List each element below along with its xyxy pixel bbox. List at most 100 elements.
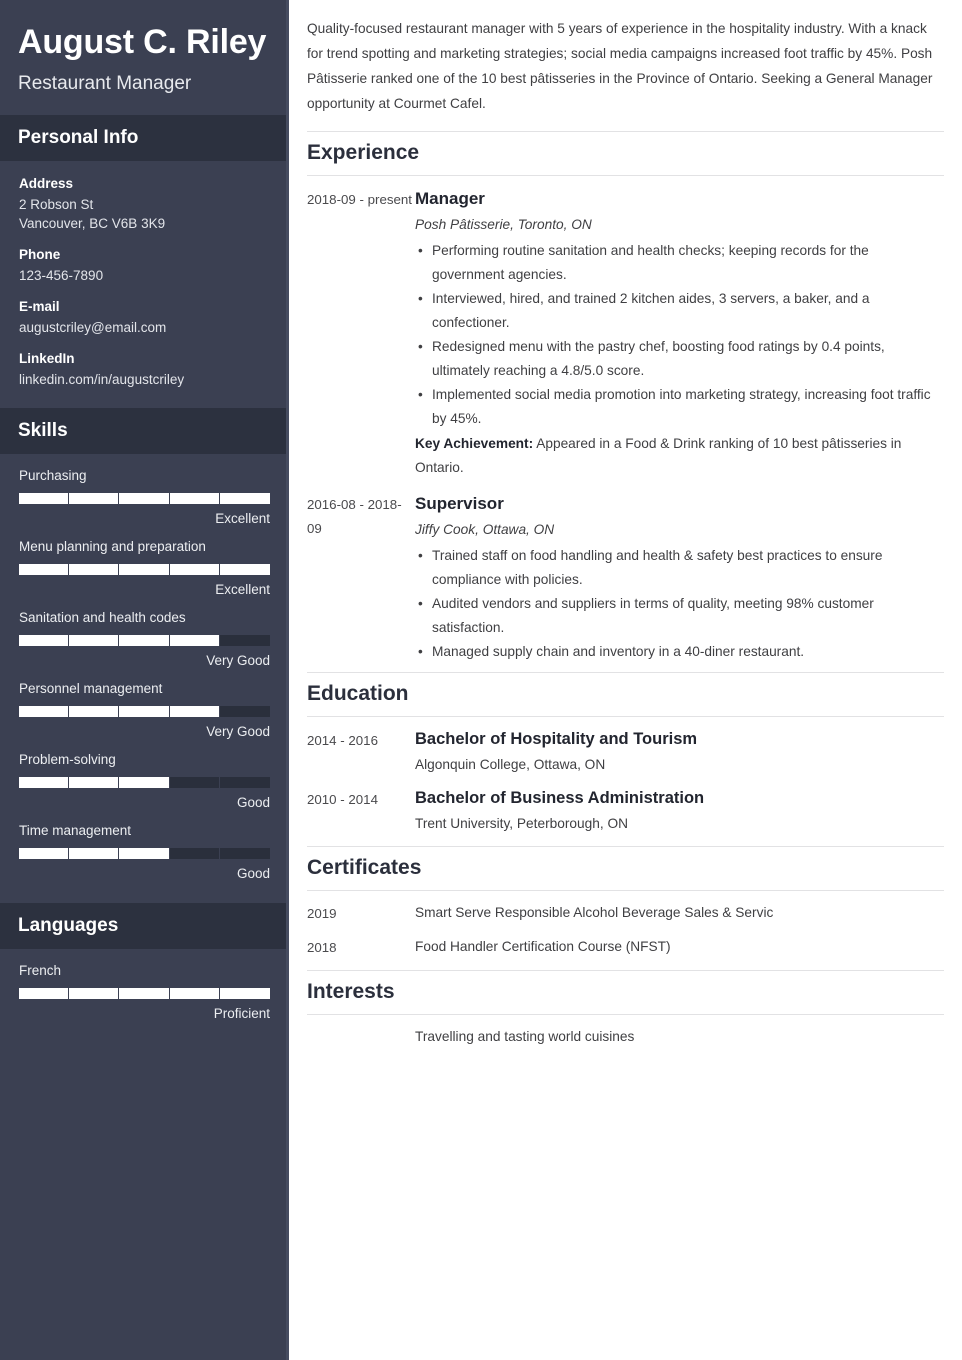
skill-bar-segment [69, 635, 120, 646]
experience-bullet: Performing routine sanitation and health… [415, 239, 944, 287]
skill-level: Excellent [215, 582, 270, 597]
languages-list: French Proficient [0, 949, 286, 1043]
experience-bullet: Audited vendors and suppliers in terms o… [415, 592, 944, 640]
skill-bar-segment [219, 706, 270, 717]
skill: Menu planning and preparation Excellent [19, 538, 270, 598]
section-title-interests: Interests [307, 970, 944, 1015]
interest-entries: Travelling and tasting world cuisines [307, 1015, 944, 1048]
certificate-entry-date: 2019 [307, 906, 337, 921]
sidebar-heading-languages: Languages [0, 903, 286, 949]
experience-entry-bullets: Trained staff on food handling and healt… [415, 544, 944, 664]
skill-bar [19, 848, 270, 859]
section-experience: Experience 2018-09 - present Manager Posh … [307, 131, 944, 664]
experience-entry-date: 2016-08 - 2018-09 [307, 497, 402, 536]
skill-bar [19, 706, 270, 717]
skill-bar-segment [169, 635, 220, 646]
language-bar-segment [119, 988, 170, 999]
skills-list: Purchasing Excellent Menu planning and pre… [0, 454, 286, 903]
skill: Purchasing Excellent [19, 467, 270, 527]
skill-bar-segment [119, 706, 170, 717]
education-entry-body: Bachelor of Business Administration Trent… [415, 787, 944, 835]
education-entry-school: Algonquin College, Ottawa, ON [415, 757, 606, 772]
personal-info-list: Address 2 Robson St Vancouver, BC V6B 3K9 P… [0, 161, 286, 408]
section-title-certificates: Certificates [307, 846, 944, 891]
education-entry-degree: Bachelor of Hospitality and Tourism [415, 730, 698, 748]
personal-info-value: Vancouver, BC V6B 3K9 [19, 216, 166, 231]
skill-bar-segment [219, 564, 270, 575]
experience-entry-org: Posh Pâtisserie, Toronto, ON [415, 217, 592, 232]
education-entry: 2014 - 2016 Bachelor of Hospitality and T… [307, 728, 944, 776]
skill-bar [19, 777, 270, 788]
section-interests: Interests Travelling and tasting world c… [307, 970, 944, 1048]
skill-level: Good [236, 866, 270, 881]
education-entry: 2010 - 2014 Bachelor of Business Administ… [307, 787, 944, 835]
sidebar: August C. Riley Restaurant Manager Perso… [0, 0, 289, 1360]
experience-bullet: Implemented social media promotion into … [415, 383, 944, 431]
experience-entry-date: 2018-09 - present [307, 192, 412, 207]
skill-bar-segment [19, 777, 70, 788]
experience-entry-role: Manager [415, 189, 485, 208]
skill-bar-segment [19, 493, 70, 504]
skill-bar-segment [169, 564, 220, 575]
skill-bar-segment [219, 777, 270, 788]
personal-info-value: augustcriley@email.com [19, 320, 167, 335]
name-block: August C. Riley Restaurant Manager [0, 0, 286, 115]
language: French Proficient [19, 962, 270, 1022]
experience-bullet: Interviewed, hired, and trained 2 kitche… [415, 287, 944, 335]
skill-bar-segment [169, 777, 220, 788]
skill-bar [19, 564, 270, 575]
experience-entry-bullets: Performing routine sanitation and health… [415, 239, 944, 431]
personal-info-item: E-mail augustcriley@email.com [19, 298, 267, 337]
interest-entry-date [307, 1026, 415, 1027]
skill-label: Problem-solving [19, 752, 116, 767]
language-bar-segment [169, 988, 220, 999]
certificate-entry-text: Smart Serve Responsible Alcohol Beverage… [415, 905, 774, 920]
education-entry-date: 2014 - 2016 [307, 733, 378, 748]
skill-bar-segment [169, 493, 220, 504]
experience-entry-body: Manager Posh Pâtisserie, Toronto, ON Perfo… [415, 187, 944, 480]
certificate-entry: 2019 Smart Serve Responsible Alcohol Beve… [307, 902, 944, 925]
personal-info-item: Address 2 Robson St Vancouver, BC V6B 3K9 [19, 175, 267, 233]
experience-entries: 2018-09 - present Manager Posh Pâtisserie,… [307, 176, 944, 664]
section-title-education: Education [307, 672, 944, 717]
personal-info-label: LinkedIn [19, 351, 75, 366]
personal-info-label: E-mail [19, 299, 60, 314]
experience-bullet: Redesigned menu with the pastry chef, bo… [415, 335, 944, 383]
skill-bar-segment [69, 777, 120, 788]
interest-entry-text: Travelling and tasting world cuisines [415, 1029, 635, 1044]
key-achievement: Key Achievement: Appeared in a Food & Dr… [415, 436, 902, 475]
personal-info-item: Phone 123-456-7890 [19, 246, 267, 285]
experience-bullet: Trained staff on food handling and healt… [415, 544, 944, 592]
skill-bar-segment [119, 848, 170, 859]
experience-bullet: Managed supply chain and inventory in a … [415, 640, 944, 664]
skill-bar-segment [69, 706, 120, 717]
section-certificates: Certificates 2019 Smart Serve Responsible… [307, 846, 944, 959]
personal-info-value: 123-456-7890 [19, 268, 104, 283]
key-achievement-label: Key Achievement: [415, 436, 534, 451]
skill-bar-segment [119, 777, 170, 788]
experience-entry: 2018-09 - present Manager Posh Pâtisserie,… [307, 187, 944, 480]
skill: Problem-solving Good [19, 751, 270, 811]
skill-bar-segment [69, 493, 120, 504]
skill-label: Personnel management [19, 681, 163, 696]
professional-summary: Quality-focused restaurant manager with … [307, 21, 933, 111]
certificate-entries: 2019 Smart Serve Responsible Alcohol Beve… [307, 891, 944, 959]
skill-bar-segment [219, 848, 270, 859]
language-label: French [19, 963, 62, 978]
skill-bar-segment [119, 564, 170, 575]
resume-document: August C. Riley Restaurant Manager Perso… [0, 0, 962, 1360]
personal-info-label: Phone [19, 247, 61, 262]
candidate-job-title: Restaurant Manager [18, 73, 192, 94]
personal-info-label: Address [19, 176, 74, 191]
skill: Sanitation and health codes Very Good [19, 609, 270, 669]
skill-label: Time management [19, 823, 132, 838]
sidebar-heading-skills: Skills [0, 408, 286, 454]
skill-bar-segment [169, 848, 220, 859]
skill-bar-segment [19, 564, 70, 575]
education-entry-date: 2010 - 2014 [307, 792, 378, 807]
skill-label: Sanitation and health codes [19, 610, 186, 625]
skill-bar-segment [219, 493, 270, 504]
experience-entry-body: Supervisor Jiffy Cook, Ottawa, ON Trained … [415, 492, 944, 664]
skill-bar-segment [19, 848, 70, 859]
candidate-name: August C. Riley [18, 23, 267, 61]
